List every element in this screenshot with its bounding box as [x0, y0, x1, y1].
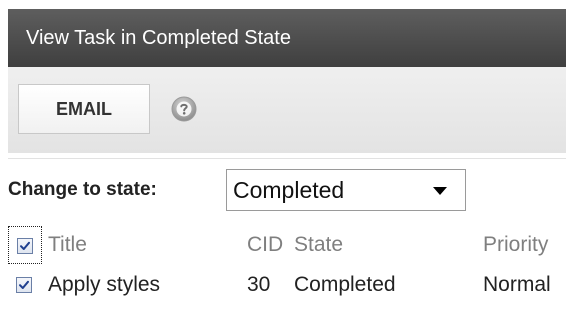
state-select-value: Completed: [233, 177, 345, 203]
row-checkbox[interactable]: [16, 277, 32, 293]
column-header-priority[interactable]: Priority: [483, 226, 548, 264]
row-checkbox-wrap: [8, 266, 42, 304]
help-icon[interactable]: [171, 96, 197, 122]
chevron-down-icon: [433, 187, 447, 195]
cell-cid: 30: [247, 273, 271, 296]
window-title: View Task in Completed State: [26, 26, 291, 49]
section-divider: [8, 158, 566, 159]
column-header-cid[interactable]: CID: [247, 226, 283, 264]
select-all-checkbox[interactable]: [17, 238, 33, 254]
change-state-label: Change to state:: [8, 179, 157, 200]
cell-priority: Normal: [483, 273, 551, 296]
email-button[interactable]: EMAIL: [18, 84, 150, 134]
cell-state: Completed: [294, 273, 396, 296]
table-row[interactable]: Apply styles 30 Completed Normal: [8, 266, 566, 304]
select-all-focus: [8, 226, 42, 264]
column-header-title[interactable]: Title: [48, 226, 87, 264]
window-titlebar: View Task in Completed State: [8, 9, 566, 67]
grid-header-row: Title CID State Priority: [8, 226, 566, 264]
column-header-state[interactable]: State: [294, 226, 343, 264]
state-select[interactable]: Completed: [226, 169, 466, 211]
toolbar: EMAIL: [8, 67, 566, 153]
cell-title: Apply styles: [48, 273, 161, 296]
